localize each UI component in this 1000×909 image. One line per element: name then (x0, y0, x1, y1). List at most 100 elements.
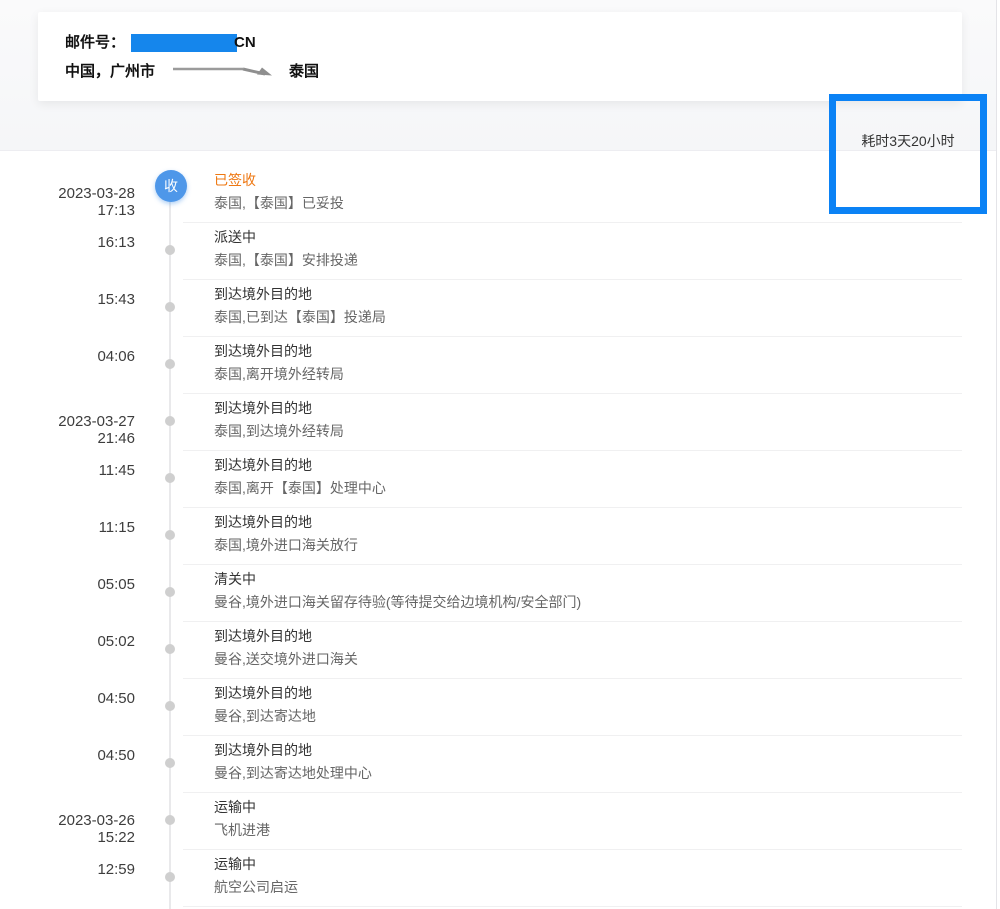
timeline-event-row: 2023-03-2721:46 到达境外目的地泰国,到达境外经转局 (0, 394, 996, 451)
shipment-header-card: 邮件号： CN 中国，广州市 泰国 (38, 12, 962, 101)
timeline-rail (135, 223, 183, 280)
timeline-rail (135, 679, 183, 736)
event-content: 到达境外目的地曼谷,到达寄达地处理中心 (183, 736, 962, 793)
event-content: 清关中曼谷,境外进口海关留存待验(等待提交给边境机构/安全部门) (183, 565, 962, 622)
timeline-event-row: 11:15 到达境外目的地泰国,境外进口海关放行 (0, 508, 996, 565)
timeline-dot-icon (165, 302, 175, 312)
timeline-event-row: 04:50 到达境外目的地曼谷,到达寄达地处理中心 (0, 736, 996, 793)
event-date: 2023-03-26 (0, 812, 135, 829)
event-content: 到达境外目的地泰国,境外进口海关放行 (183, 508, 962, 565)
timeline-dot-icon (165, 473, 175, 483)
event-time-column: 2023-03-2615:22 (0, 793, 135, 850)
event-time: 12:59 (0, 861, 135, 878)
timeline-rail (135, 508, 183, 565)
timeline-rail (135, 565, 183, 622)
route-arrow-icon (171, 61, 275, 84)
timeline-dot-icon (165, 644, 175, 654)
route-line: 中国，广州市 泰国 (65, 61, 962, 83)
event-time-column: 05:05 (0, 565, 135, 622)
timeline-rail (135, 337, 183, 394)
event-content: 到达境外目的地泰国,离开【泰国】处理中心 (183, 451, 962, 508)
event-time: 21:46 (0, 430, 135, 447)
mail-number-line: 邮件号： CN (65, 32, 962, 54)
event-date: 2023-03-27 (0, 413, 135, 430)
timeline-event-row: 12:59 运输中航空公司启运 (0, 850, 996, 907)
duration-text: 耗时3天20小时 (836, 131, 980, 151)
timeline-rail (135, 622, 183, 679)
mail-number-suffix: CN (234, 32, 256, 54)
destination-label: 泰国 (289, 61, 319, 83)
tracking-page: 邮件号： CN 中国，广州市 泰国 耗时3天20小时 2023-03-2817:… (0, 0, 1000, 909)
event-detail: 飞机进港 (214, 821, 962, 840)
timeline-event-row: 15:43 到达境外目的地泰国,已到达【泰国】投递局 (0, 280, 996, 337)
received-node-icon: 收 (155, 170, 187, 202)
tracking-timeline: 2023-03-2817:13收已签收泰国,【泰国】已妥投16:13派送中泰国,… (0, 152, 996, 909)
event-detail: 泰国,已到达【泰国】投递局 (214, 308, 962, 327)
timeline-event-row: 05:05 清关中曼谷,境外进口海关留存待验(等待提交给边境机构/安全部门) (0, 565, 996, 622)
event-time-column: 15:43 (0, 280, 135, 337)
event-time: 17:13 (0, 202, 135, 219)
event-time: 05:02 (0, 633, 135, 650)
event-date: 2023-03-28 (0, 185, 135, 202)
timeline-dot-icon (165, 872, 175, 882)
timeline-rail: 收 (135, 166, 183, 223)
timeline-event-row: 16:13 派送中泰国,【泰国】安排投递 (0, 223, 996, 280)
timeline-dot-icon (165, 530, 175, 540)
event-time-column: 05:02 (0, 622, 135, 679)
timeline-event-row: 05:02 到达境外目的地曼谷,送交境外进口海关 (0, 622, 996, 679)
event-time-column: 11:45 (0, 451, 135, 508)
event-detail: 航空公司启运 (214, 878, 962, 897)
scrollbar-track-line (996, 0, 997, 909)
event-content: 到达境外目的地泰国,到达境外经转局 (183, 394, 962, 451)
event-status: 到达境外目的地 (214, 451, 962, 475)
event-status: 到达境外目的地 (214, 622, 962, 646)
event-time: 15:43 (0, 291, 135, 308)
event-status: 运输中 (214, 850, 962, 874)
event-detail: 曼谷,到达寄达地 (214, 707, 962, 726)
timeline-dot-icon (165, 245, 175, 255)
event-detail: 泰国,到达境外经转局 (214, 422, 962, 441)
event-status: 派送中 (214, 223, 962, 247)
timeline-event-row: 11:45 到达境外目的地泰国,离开【泰国】处理中心 (0, 451, 996, 508)
event-time-column: 2023-03-2817:13 (0, 166, 135, 223)
mail-number-redaction (131, 34, 237, 52)
timeline-dot-icon (165, 587, 175, 597)
event-content: 到达境外目的地泰国,已到达【泰国】投递局 (183, 280, 962, 337)
event-content: 到达境外目的地曼谷,送交境外进口海关 (183, 622, 962, 679)
timeline-rail (135, 451, 183, 508)
mail-number-label: 邮件号： (65, 32, 125, 54)
timeline-rail (135, 793, 183, 850)
timeline-rail (135, 280, 183, 337)
event-time: 11:45 (0, 462, 135, 479)
event-time: 04:06 (0, 348, 135, 365)
timeline-event-row: 2023-03-2615:22 运输中飞机进港 (0, 793, 996, 850)
timeline-rail (135, 850, 183, 907)
duration-highlight-box: 耗时3天20小时 (829, 94, 987, 214)
event-time-column: 11:15 (0, 508, 135, 565)
timeline-dot-icon (165, 359, 175, 369)
event-detail: 泰国,离开【泰国】处理中心 (214, 479, 962, 498)
event-detail: 泰国,【泰国】安排投递 (214, 251, 962, 270)
event-status: 到达境外目的地 (214, 280, 962, 304)
event-detail: 曼谷,境外进口海关留存待验(等待提交给边境机构/安全部门) (214, 593, 962, 612)
event-content: 到达境外目的地曼谷,到达寄达地 (183, 679, 962, 736)
event-detail: 曼谷,到达寄达地处理中心 (214, 764, 962, 783)
timeline-rail (135, 394, 183, 451)
event-status: 到达境外目的地 (214, 394, 962, 418)
timeline-dot-icon (165, 758, 175, 768)
event-detail: 泰国,离开境外经转局 (214, 365, 962, 384)
event-status: 清关中 (214, 565, 962, 589)
event-detail: 曼谷,送交境外进口海关 (214, 650, 962, 669)
event-time: 16:13 (0, 234, 135, 251)
event-content: 运输中航空公司启运 (183, 850, 962, 907)
event-time-column: 04:06 (0, 337, 135, 394)
event-time-column: 2023-03-2721:46 (0, 394, 135, 451)
event-detail: 泰国,境外进口海关放行 (214, 536, 962, 555)
timeline-event-row: 04:50到达境外目的地曼谷,到达寄达地 (0, 679, 996, 736)
event-status: 到达境外目的地 (214, 679, 962, 703)
event-time: 15:22 (0, 829, 135, 846)
event-time-column: 04:50 (0, 736, 135, 793)
event-content: 运输中飞机进港 (183, 793, 962, 850)
event-status: 到达境外目的地 (214, 508, 962, 532)
event-status: 到达境外目的地 (214, 337, 962, 361)
